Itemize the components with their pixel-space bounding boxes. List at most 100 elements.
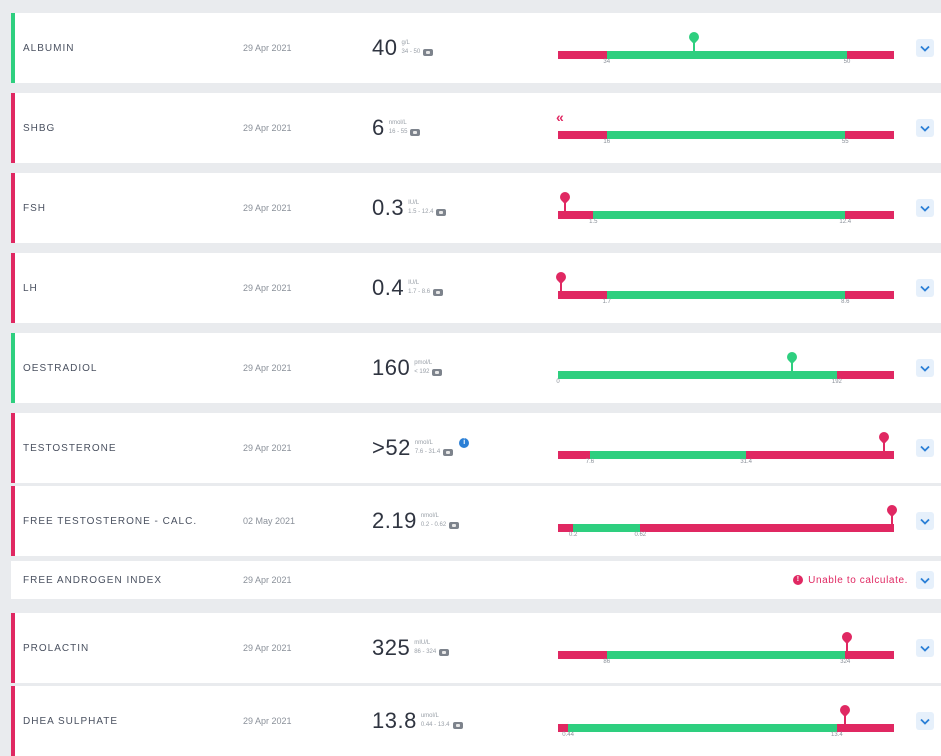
reference-info-icon[interactable] bbox=[433, 289, 444, 296]
range-tick-label: 8.6 bbox=[841, 299, 850, 305]
chevron-down-icon bbox=[920, 718, 930, 725]
reference-range-row: 0.44 - 13.4 bbox=[421, 721, 463, 730]
expand-button[interactable] bbox=[916, 199, 934, 217]
expand-button[interactable] bbox=[916, 571, 934, 589]
test-name: FREE ANDROGEN INDEX bbox=[23, 574, 163, 586]
chevron-down-icon bbox=[920, 125, 930, 132]
reference-info-icon[interactable] bbox=[443, 449, 454, 456]
result-row[interactable]: FSH 29 Apr 2021 0.3 IU/L 1.5 - 12.4 1.5 12.4 bbox=[11, 173, 941, 243]
result-meta: nmol/L 16 - 55 bbox=[389, 119, 421, 137]
expand-button[interactable] bbox=[916, 119, 934, 137]
range-bar bbox=[558, 651, 894, 659]
test-name: SHBG bbox=[23, 122, 56, 134]
expand-button[interactable] bbox=[916, 359, 934, 377]
test-date: 29 Apr 2021 bbox=[243, 43, 292, 53]
range-bar-normal-segment bbox=[558, 371, 837, 379]
range-bar-high-segment bbox=[845, 131, 894, 139]
result-row[interactable]: PROLACTIN 29 Apr 2021 325 mIU/L 86 - 324 86 32… bbox=[11, 613, 941, 683]
reference-info-icon[interactable] bbox=[432, 369, 443, 376]
range-bar-low-segment bbox=[558, 51, 607, 59]
result-unit: IU/L bbox=[408, 280, 420, 286]
result-row[interactable]: LH 29 Apr 2021 0.4 IU/L 1.7 - 8.6 1.7 8.6 bbox=[11, 253, 941, 323]
reference-info-icon[interactable] bbox=[449, 522, 460, 529]
range-bar-low-segment bbox=[558, 291, 607, 299]
error-icon: ! bbox=[793, 575, 804, 585]
test-date: 29 Apr 2021 bbox=[243, 443, 292, 453]
reference-range-row: 7.6 - 31.4 bbox=[415, 448, 454, 457]
result-row[interactable]: OESTRADIOL 29 Apr 2021 160 pmol/L < 192 0 192 bbox=[11, 333, 941, 403]
reference-range-row: 1.5 - 12.4 bbox=[408, 208, 447, 217]
range-bar-high-segment bbox=[640, 524, 894, 532]
range-tick-label: 0 bbox=[556, 379, 560, 385]
result-row[interactable]: TESTOSTERONE 29 Apr 2021 >52 nmol/L 7.6 - 31… bbox=[11, 413, 941, 483]
chevron-down-icon bbox=[920, 445, 930, 452]
result-marker-icon bbox=[838, 702, 853, 724]
reference-info-icon[interactable] bbox=[410, 129, 421, 136]
expand-button[interactable] bbox=[916, 279, 934, 297]
test-name: PROLACTIN bbox=[23, 642, 90, 654]
result-row[interactable]: DHEA SULPHATE 29 Apr 2021 13.8 umol/L 0.44 -… bbox=[11, 686, 941, 756]
range-bar-normal-segment bbox=[573, 524, 641, 532]
result-value: 325 bbox=[372, 635, 411, 660]
range-bar-high-segment bbox=[845, 211, 894, 219]
marker-stem bbox=[560, 280, 563, 291]
range-tick-label: 0.44 bbox=[562, 732, 574, 738]
range-bar-low-segment bbox=[558, 131, 607, 139]
result-row[interactable]: FREE TESTOSTERONE - CALC. 02 May 2021 2.19… bbox=[11, 486, 941, 556]
reference-range: 0.2 - 0.62 bbox=[420, 522, 447, 528]
range-bar-normal-segment bbox=[589, 451, 747, 459]
reference-info-icon[interactable] bbox=[423, 49, 434, 56]
result-row[interactable]: FREE ANDROGEN INDEX 29 Apr 2021! Unable to… bbox=[11, 561, 941, 599]
chevron-down-icon bbox=[920, 285, 930, 292]
reference-range-row: 34 - 50 bbox=[401, 48, 434, 57]
result-marker-icon bbox=[784, 349, 799, 371]
chevron-down-icon bbox=[920, 518, 930, 525]
reference-info-icon[interactable] bbox=[452, 722, 463, 729]
range-bar-high-segment bbox=[845, 291, 894, 299]
range-bar-normal-segment bbox=[606, 131, 846, 139]
status-stripe bbox=[11, 173, 15, 243]
chevron-down-icon bbox=[920, 645, 930, 652]
result-value: 40 bbox=[372, 35, 398, 60]
status-stripe bbox=[11, 686, 15, 756]
expand-button[interactable] bbox=[916, 439, 934, 457]
expand-button[interactable] bbox=[916, 639, 934, 657]
range-bar-low-segment bbox=[558, 524, 574, 532]
result-value-group: 325 mIU/L 86 - 324 bbox=[372, 613, 450, 683]
reference-range: 1.5 - 12.4 bbox=[408, 209, 434, 215]
status-stripe bbox=[11, 13, 15, 83]
range-tick-label: 324 bbox=[840, 659, 851, 665]
range-tick-label: 12.4 bbox=[839, 219, 852, 225]
result-value-group: 2.19 nmol/L 0.2 - 0.62 bbox=[372, 486, 460, 556]
reference-info-icon[interactable] bbox=[439, 649, 450, 656]
chevron-down-icon bbox=[920, 45, 930, 52]
test-date: 29 Apr 2021 bbox=[243, 643, 292, 653]
marker-stem bbox=[882, 440, 885, 451]
result-marker-icon bbox=[885, 502, 900, 524]
result-meta: IU/L 1.5 - 12.4 bbox=[408, 199, 447, 217]
marker-stem bbox=[845, 640, 848, 651]
test-date: 29 Apr 2021 bbox=[243, 575, 292, 585]
result-value: >52 bbox=[372, 435, 411, 460]
result-row[interactable]: SHBG 29 Apr 2021 6 nmol/L 16 - 55 16 55 « bbox=[11, 93, 941, 163]
marker-stem bbox=[891, 513, 894, 524]
reference-range-row: < 192 bbox=[414, 368, 443, 377]
range-tick-label: 0.2 bbox=[568, 532, 578, 538]
info-icon[interactable]: i bbox=[459, 438, 470, 448]
expand-button[interactable] bbox=[916, 712, 934, 730]
result-marker-icon bbox=[687, 29, 702, 51]
status-stripe bbox=[11, 253, 15, 323]
expand-button[interactable] bbox=[916, 512, 934, 530]
expand-button[interactable] bbox=[916, 39, 934, 57]
range-bar-normal-segment bbox=[606, 651, 846, 659]
test-name: ALBUMIN bbox=[23, 42, 75, 54]
result-row[interactable]: ALBUMIN 29 Apr 2021 40 g/L 34 - 50 34 50 bbox=[11, 13, 941, 83]
reference-info-icon[interactable] bbox=[436, 209, 447, 216]
error-message: Unable to calculate. bbox=[808, 574, 908, 586]
range-bar-high-segment bbox=[836, 371, 894, 379]
result-value-group: 13.8 umol/L 0.44 - 13.4 bbox=[372, 686, 463, 756]
range-bar bbox=[558, 724, 894, 732]
chevron-down-icon bbox=[920, 205, 930, 212]
status-stripe bbox=[11, 333, 15, 403]
result-value-group: 0.3 IU/L 1.5 - 12.4 bbox=[372, 173, 447, 243]
